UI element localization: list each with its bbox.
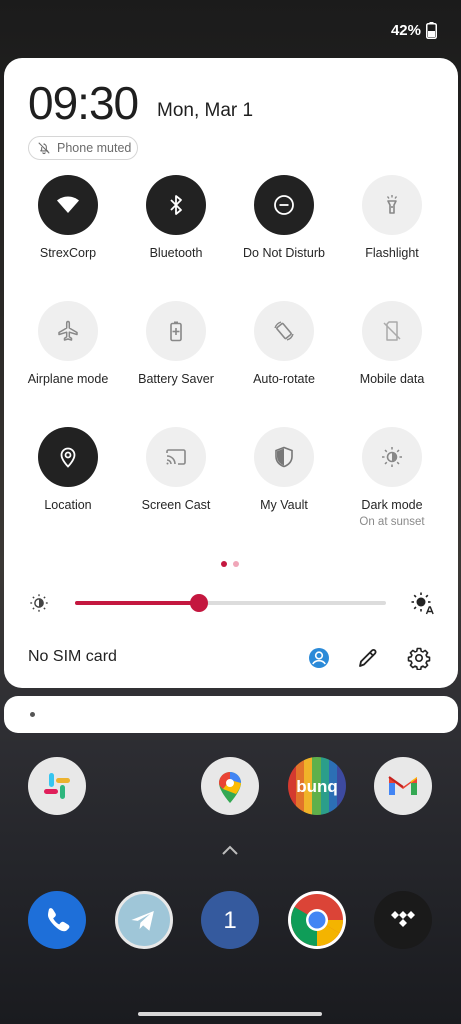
tile-label: Battery Saver [138,372,214,386]
one-app-icon: 1 [223,907,236,934]
page-indicator [221,561,239,567]
app-drawer-chevron-icon[interactable] [219,842,241,858]
tile-screen-cast-button[interactable] [146,427,206,487]
phone-muted-chip[interactable]: Phone muted [28,136,138,160]
bunq-wordmark: bunq [296,777,338,796]
tile-location-button[interactable] [38,427,98,487]
tile-bluetooth-button[interactable] [146,175,206,235]
tile-label: Mobile data [359,372,425,386]
tile-label: Auto-rotate [253,372,315,386]
bell-off-icon [38,142,50,155]
do-not-disturb-icon [274,195,294,215]
page-dot-active [221,561,227,567]
app-phone[interactable] [28,891,86,949]
telegram-icon [131,911,154,931]
tile-wifi-button[interactable] [38,175,98,235]
one-app-label: 1 [223,907,236,934]
tidal-icon [391,911,415,927]
edit-pencil-icon[interactable] [356,646,380,670]
page-dot [233,561,239,567]
tile-flashlight-button[interactable] [362,175,422,235]
tile-sublabel: On at sunset [359,516,425,528]
app-slack[interactable] [28,757,86,815]
tile-battery-saver-button[interactable] [146,301,206,361]
flashlight-icon [386,195,398,214]
tile-mobile-data[interactable]: Mobile data [338,301,446,386]
bunq-icon: bunq [288,757,346,815]
google-maps-icon [219,772,241,803]
tile-auto-rotate[interactable]: Auto-rotate [230,301,338,386]
clock[interactable]: 09:30 [28,76,139,130]
auto-brightness-icon[interactable] [410,591,434,615]
app-bunq[interactable]: bunq [288,757,346,815]
slack-icon [44,773,70,799]
brightness-low-icon [30,594,48,612]
wifi-icon [57,196,79,213]
brightness-slider-thumb[interactable] [190,594,209,612]
app-telegram[interactable] [115,891,173,949]
bluetooth-icon [170,195,182,215]
dark-mode-icon [382,447,402,467]
phone-muted-label: Phone muted [57,141,132,155]
status-bar: 42% [0,0,461,58]
tile-label: Dark mode [361,498,423,512]
tile-auto-rotate-button[interactable] [254,301,314,361]
tile-do-not-disturb[interactable]: Do Not Disturb [230,175,338,260]
tile-my-vault[interactable]: My Vault [230,427,338,512]
tile-battery-saver[interactable]: Battery Saver [122,301,230,386]
notification-dot [30,712,35,717]
location-icon [60,447,76,468]
brightness-slider[interactable] [75,594,386,612]
tile-dark-mode-button[interactable] [362,427,422,487]
app-one[interactable]: 1 [201,891,259,949]
tile-label: Location [44,498,92,512]
tile-location[interactable]: Location [14,427,122,512]
notification-shelf[interactable] [4,696,458,733]
gmail-icon [388,776,417,795]
user-account-icon[interactable] [307,646,331,670]
settings-gear-icon[interactable] [407,646,431,670]
date[interactable]: Mon, Mar 1 [157,100,253,122]
phone-icon [48,908,70,932]
tile-airplane-mode[interactable]: Airplane mode [14,301,122,386]
tile-label: My Vault [260,498,308,512]
tile-label: StrexCorp [39,246,97,260]
tile-label: Bluetooth [149,246,203,260]
app-chrome[interactable] [288,891,346,949]
app-gmail[interactable] [374,757,432,815]
tile-dnd-button[interactable] [254,175,314,235]
tile-bluetooth[interactable]: Bluetooth [122,175,230,260]
vault-shield-icon [275,446,293,468]
tile-airplane-button[interactable] [38,301,98,361]
chrome-icon [291,894,343,946]
tile-wifi[interactable]: StrexCorp [14,175,122,260]
app-google-maps[interactable] [201,757,259,815]
battery-icon [426,22,437,39]
auto-rotate-icon [274,321,294,341]
tile-vault-button[interactable] [254,427,314,487]
mobile-data-icon [383,321,401,341]
screen-cast-icon [166,449,186,465]
tile-dark-mode[interactable]: Dark mode On at sunset [338,427,446,528]
navigation-handle[interactable] [138,1012,322,1016]
battery-saver-icon [170,321,182,342]
tile-flashlight[interactable]: Flashlight [338,175,446,260]
brightness-slider-fill [75,601,200,605]
quick-settings-panel: 09:30 Mon, Mar 1 Phone muted StrexCorp B… [4,58,458,688]
tile-label: Do Not Disturb [243,246,325,260]
tile-label: Screen Cast [141,498,211,512]
sim-status: No SIM card [28,648,117,665]
tile-label: Airplane mode [27,372,109,386]
tile-screen-cast[interactable]: Screen Cast [122,427,230,512]
app-tidal[interactable] [374,891,432,949]
airplane-icon [58,320,78,341]
battery-percentage: 42% [390,22,421,39]
tile-mobile-data-button[interactable] [362,301,422,361]
tile-label: Flashlight [365,246,419,260]
